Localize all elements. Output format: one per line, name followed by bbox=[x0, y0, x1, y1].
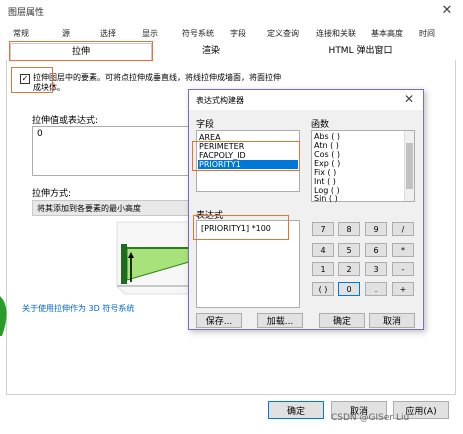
extrude-label-line1: 拉伸图层中的要素。可将点拉伸成垂直线，将线拉伸成墙面，将面拉伸 bbox=[33, 73, 281, 82]
functions-scroll-thumb[interactable] bbox=[406, 143, 413, 189]
field-item-area[interactable]: AREA bbox=[199, 133, 221, 142]
key-5[interactable]: 5 bbox=[338, 243, 360, 257]
functions-list[interactable]: Abs ( ) Atn ( ) Cos ( ) Exp ( ) Fix ( ) … bbox=[311, 130, 415, 203]
function-item-exp[interactable]: Exp ( ) bbox=[314, 159, 340, 168]
expression-input[interactable]: [PRIORITY1] *100 bbox=[196, 220, 300, 308]
functions-scrollbar[interactable] bbox=[404, 131, 414, 201]
extrude-checkbox[interactable]: ✓ bbox=[20, 74, 30, 84]
fields-list[interactable]: AREA PERIMETER FACPOLY_ID PRIORITY1 bbox=[196, 130, 300, 192]
builder-save-button[interactable]: 保存... bbox=[196, 313, 242, 328]
field-item-perimeter[interactable]: PERIMETER bbox=[199, 142, 244, 151]
value-label: 拉伸值或表达式: bbox=[32, 116, 99, 126]
tab-symbology[interactable]: 符号系统 bbox=[178, 28, 218, 42]
tab-rendering[interactable]: 渲染 bbox=[152, 43, 270, 60]
key-1[interactable]: 1 bbox=[312, 262, 334, 276]
function-item-int[interactable]: Int ( ) bbox=[314, 177, 336, 186]
tab-definition-query[interactable]: 定义查询 bbox=[262, 28, 304, 42]
tab-time[interactable]: 时间 bbox=[414, 28, 440, 42]
expression-text: [PRIORITY1] *100 bbox=[201, 224, 271, 233]
key-decimal[interactable]: . bbox=[365, 282, 387, 296]
key-divide[interactable]: / bbox=[392, 222, 414, 236]
field-item-facpoly-id[interactable]: FACPOLY_ID bbox=[199, 151, 246, 160]
expression-builder-dialog: 表达式构建器 ✕ 字段 AREA PERIMETER FACPOLY_ID PR… bbox=[188, 89, 424, 330]
method-label: 拉伸方式: bbox=[32, 189, 72, 199]
value-input[interactable]: 0 bbox=[32, 126, 192, 176]
key-plus[interactable]: + bbox=[392, 282, 414, 296]
builder-close-icon[interactable]: ✕ bbox=[404, 92, 414, 106]
function-item-sin[interactable]: Sin ( ) bbox=[314, 194, 338, 203]
decorative-leaf bbox=[0, 296, 7, 336]
function-item-abs[interactable]: Abs ( ) bbox=[314, 132, 340, 141]
main-ok-button[interactable]: 确定 bbox=[268, 401, 324, 419]
main-window-title: 图层属性 bbox=[8, 8, 45, 18]
tab-source[interactable]: 源 bbox=[56, 28, 76, 42]
method-dropdown[interactable]: 将其添加到各要素的最小高度 bbox=[32, 200, 192, 216]
builder-title: 表达式构建器 bbox=[196, 96, 244, 105]
builder-cancel-button[interactable]: 取消 bbox=[369, 313, 415, 328]
key-2[interactable]: 2 bbox=[338, 262, 360, 276]
extrusion-preview-image bbox=[113, 218, 189, 300]
tab-fields[interactable]: 字段 bbox=[225, 28, 251, 42]
key-6[interactable]: 6 bbox=[365, 243, 387, 257]
tab-joins-relates[interactable]: 连接和关联 bbox=[313, 28, 359, 42]
tab-html-popup[interactable]: HTML 弹出窗口 bbox=[278, 43, 443, 60]
tab-base-heights[interactable]: 基本高度 bbox=[368, 28, 406, 42]
key-3[interactable]: 3 bbox=[365, 262, 387, 276]
key-8[interactable]: 8 bbox=[338, 222, 360, 236]
key-minus[interactable]: - bbox=[392, 262, 414, 276]
key-7[interactable]: 7 bbox=[312, 222, 334, 236]
help-link[interactable]: 关于使用拉伸作为 3D 符号系统 bbox=[22, 303, 134, 314]
function-item-cos[interactable]: Cos ( ) bbox=[314, 150, 340, 159]
key-parentheses[interactable]: ( ) bbox=[312, 282, 334, 296]
fields-label: 字段 bbox=[196, 120, 215, 130]
main-titlebar bbox=[0, 0, 463, 22]
field-item-priority1[interactable]: PRIORITY1 bbox=[198, 160, 298, 169]
key-4[interactable]: 4 bbox=[312, 243, 334, 257]
main-close-icon[interactable]: ✕ bbox=[437, 2, 457, 20]
builder-ok-button[interactable]: 确定 bbox=[319, 313, 365, 328]
function-item-fix[interactable]: Fix ( ) bbox=[314, 168, 336, 177]
tab-selection[interactable]: 选择 bbox=[95, 28, 121, 42]
value-text: 0 bbox=[37, 129, 43, 139]
key-0[interactable]: 0 bbox=[338, 282, 360, 296]
key-multiply[interactable]: * bbox=[392, 243, 414, 257]
method-value: 将其添加到各要素的最小高度 bbox=[37, 204, 141, 213]
tab-display[interactable]: 显示 bbox=[137, 28, 163, 42]
function-item-atn[interactable]: Atn ( ) bbox=[314, 141, 339, 150]
functions-label: 函数 bbox=[311, 120, 330, 130]
builder-load-button[interactable]: 加载... bbox=[257, 313, 303, 328]
key-9[interactable]: 9 bbox=[365, 222, 387, 236]
tab-general[interactable]: 常规 bbox=[8, 28, 34, 42]
watermark: CSDN @GISer Liu bbox=[331, 413, 410, 423]
tab-extrusion[interactable]: 拉伸 bbox=[10, 43, 152, 60]
